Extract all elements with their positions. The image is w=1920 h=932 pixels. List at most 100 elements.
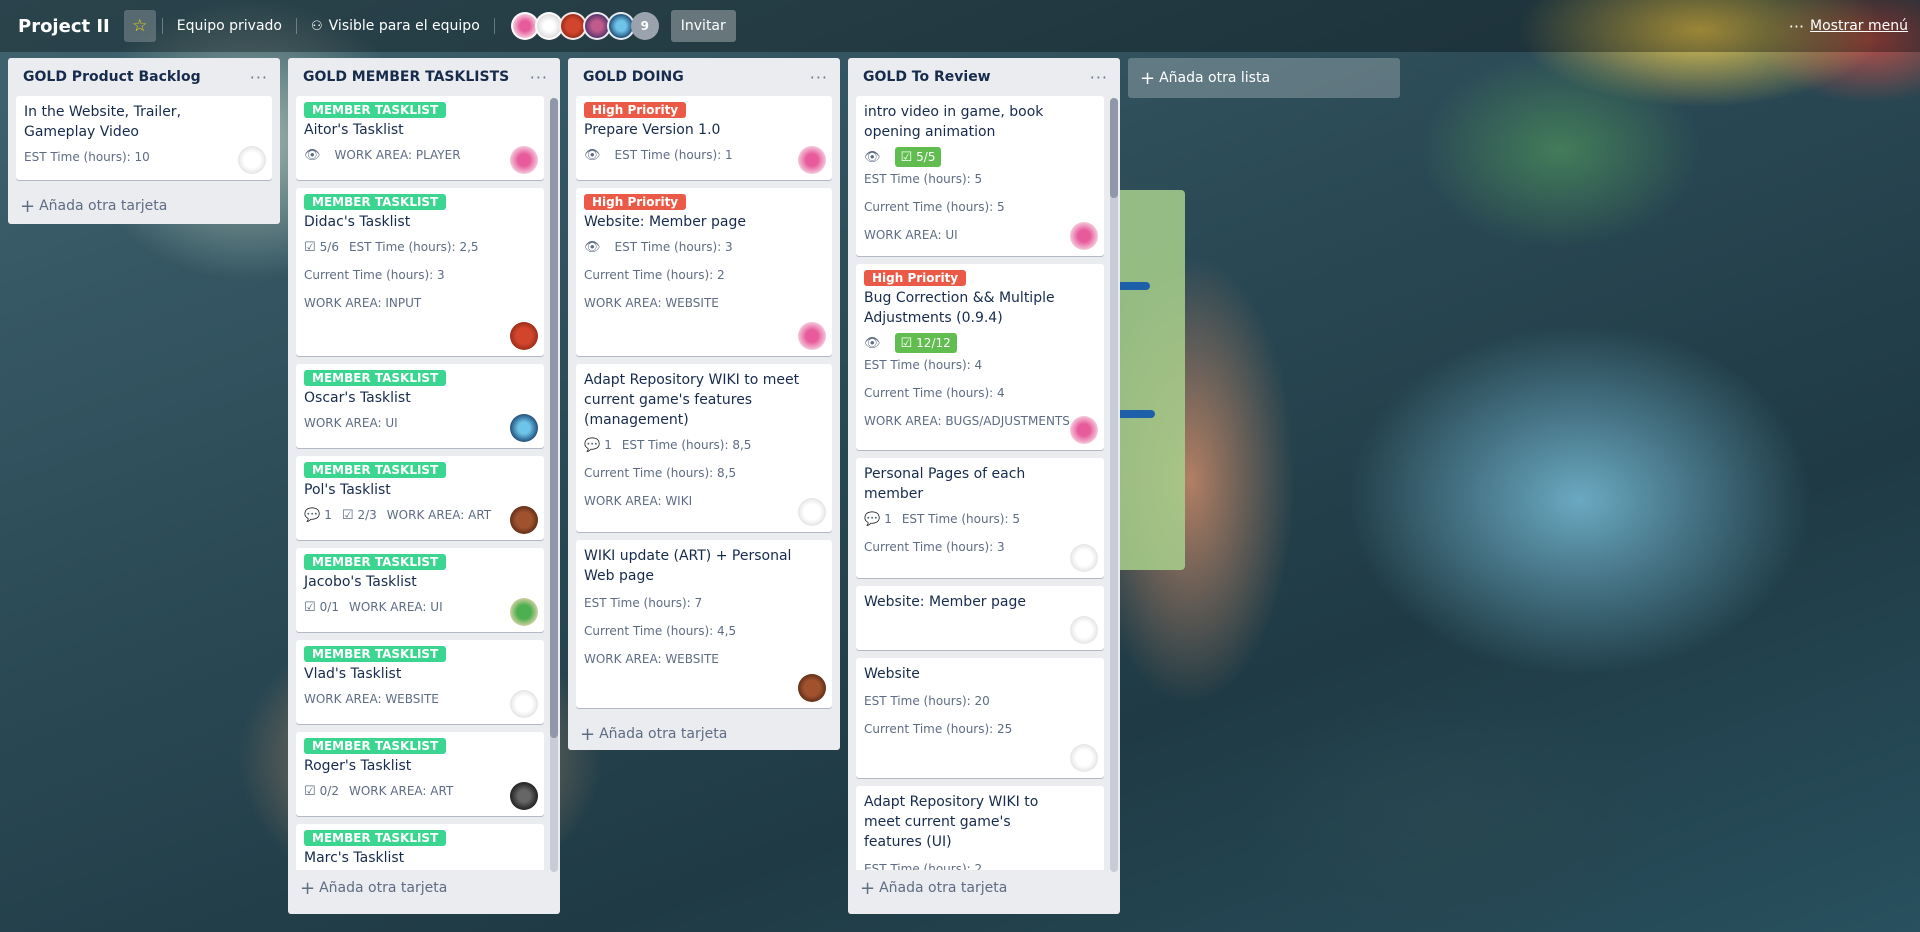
card-member-avatar[interactable] [1070, 222, 1098, 250]
add-list-button[interactable]: + Añada otra lista [1128, 58, 1400, 98]
work-area-badge: WORK AREA: ART [348, 784, 454, 798]
scrollbar-thumb[interactable] [550, 98, 558, 738]
visibility-label: Visible para el equipo [328, 18, 480, 34]
board-title[interactable]: Project II [18, 16, 110, 37]
more-icon[interactable]: ··· [1789, 17, 1804, 36]
card-member-avatar[interactable] [510, 322, 538, 350]
list-menu-icon[interactable]: ··· [810, 68, 828, 87]
checklist-count: 0/2 [319, 784, 339, 798]
list-title[interactable]: GOLD Product Backlog [23, 69, 250, 85]
card-member-avatar[interactable] [510, 782, 538, 810]
card-member-avatar[interactable] [510, 690, 538, 718]
est-time-badge: EST Time (hours): 5 [864, 172, 983, 186]
checklist-icon: ☑ [341, 507, 354, 523]
card[interactable]: MEMBER TASKLIST Vlad's Tasklist WORK ARE… [296, 640, 544, 724]
card-title: Pol's Tasklist [304, 482, 391, 498]
visibility-button[interactable]: ⚇ Visible para el equipo [303, 10, 488, 42]
card-member-avatar[interactable] [798, 498, 826, 526]
card-badges: EST Time (hours): 10 [24, 146, 264, 168]
card-member-avatar[interactable] [798, 146, 826, 174]
card[interactable]: MEMBER TASKLIST Pol's Tasklist 💬 1 ☑ 2/3 W… [296, 456, 544, 540]
add-card-button[interactable]: + Añada otra tarjeta [848, 870, 1120, 906]
card[interactable]: MEMBER TASKLIST Aitor's Tasklist 👁 WORK … [296, 96, 544, 180]
card-member-avatar[interactable] [510, 414, 538, 442]
card[interactable]: MEMBER TASKLIST Roger's Tasklist ☑ 0/2 WO… [296, 732, 544, 816]
card-container: High Priority Prepare Version 1.0 👁 EST … [568, 96, 840, 716]
card[interactable]: Website: Member page [856, 586, 1104, 650]
card-member-avatar[interactable] [1070, 544, 1098, 572]
add-card-button[interactable]: + Añada otra tarjeta [288, 870, 560, 906]
card[interactable]: Adapt Repository WIKI to meet current ga… [576, 364, 832, 532]
checklist-count: 0/1 [319, 600, 339, 614]
team-button[interactable]: Equipo privado [169, 10, 290, 42]
card[interactable]: Adapt Repository WIKI to meet current ga… [856, 786, 1104, 870]
list-header[interactable]: GOLD DOING ··· [568, 58, 840, 96]
card[interactable]: High Priority Website: Member page 👁 EST… [576, 188, 832, 356]
work-area-badge: WORK AREA: WEBSITE [584, 652, 719, 666]
card-title: Marc's Tasklist [304, 850, 405, 866]
card-member-avatar[interactable] [1070, 416, 1098, 444]
card-badges: 👁 EST Time (hours): 3 [584, 236, 824, 258]
show-menu-link[interactable]: Mostrar menú [1810, 18, 1908, 34]
checklist-complete-badge: ☑ 5/5 [894, 147, 942, 167]
star-board-button[interactable]: ☆ [123, 10, 156, 42]
card[interactable]: High Priority Prepare Version 1.0 👁 EST … [576, 96, 832, 180]
card-container: In the Website, Trailer, Gameplay Video … [8, 96, 280, 188]
comment-count: 1 [324, 508, 332, 522]
card-badges: WORK AREA: WEBSITE [304, 688, 536, 710]
card-member-avatar[interactable] [238, 146, 266, 174]
card[interactable]: Personal Pages of each member 💬 1 EST Tim… [856, 458, 1104, 578]
card-member-avatar[interactable] [1070, 744, 1098, 772]
est-time-badge: EST Time (hours): 3 [614, 240, 733, 254]
watch-badge: 👁 [584, 144, 605, 166]
watch-badge: 👁 [864, 146, 885, 168]
work-area-badge: WORK AREA: BUGS/ADJUSTMENTS [864, 414, 1070, 428]
card-badges: ☑ 5/6 EST Time (hours): 2,5 [304, 236, 536, 258]
card[interactable]: High Priority Bug Correction && Multiple… [856, 264, 1104, 450]
card-member-avatar[interactable] [510, 598, 538, 626]
scrollbar-thumb[interactable] [1110, 98, 1118, 198]
list-menu-icon[interactable]: ··· [530, 68, 548, 87]
est-time-badge: EST Time (hours): 4 [864, 358, 983, 372]
list-header[interactable]: GOLD To Review ··· [848, 58, 1120, 96]
card-member-avatar[interactable] [798, 674, 826, 702]
card[interactable]: Website EST Time (hours): 20 Current Tim… [856, 658, 1104, 778]
card[interactable]: MEMBER TASKLIST Jacobo's Tasklist ☑ 0/1 W… [296, 548, 544, 632]
card[interactable]: MEMBER TASKLIST Oscar's Tasklist WORK AR… [296, 364, 544, 448]
checklist-icon: ☑ [900, 149, 913, 165]
list-member-tasklists: GOLD MEMBER TASKLISTS ··· MEMBER TASKLIS… [288, 58, 560, 914]
list-title[interactable]: GOLD To Review [863, 69, 1090, 85]
list-scrollbar[interactable] [550, 98, 558, 872]
card[interactable]: intro video in game, book opening animat… [856, 96, 1104, 256]
list-header[interactable]: GOLD Product Backlog ··· [8, 58, 280, 96]
list-menu-icon[interactable]: ··· [1090, 68, 1108, 87]
add-card-button[interactable]: + Añada otra tarjeta [568, 716, 840, 752]
comments-badge: 💬 1 [864, 508, 892, 530]
card[interactable]: WIKI update (ART) + Personal Web page ES… [576, 540, 832, 708]
card-title: Bug Correction && Multiple Adjustments (… [864, 290, 1055, 326]
card-member-avatar[interactable] [1070, 616, 1098, 644]
member-count-badge[interactable]: 9 [630, 12, 659, 40]
invite-button[interactable]: Invitar [670, 10, 736, 42]
card[interactable]: In the Website, Trailer, Gameplay Video … [16, 96, 272, 180]
card-member-avatar[interactable] [510, 146, 538, 174]
list-menu-icon[interactable]: ··· [250, 68, 268, 87]
card-badges: 💬 1 ☑ 2/3 WORK AREA: ART [304, 504, 536, 526]
list-header[interactable]: GOLD MEMBER TASKLISTS ··· [288, 58, 560, 96]
work-area-badge: WORK AREA: WEBSITE [584, 296, 719, 310]
card-title: intro video in game, book opening animat… [864, 104, 1044, 140]
card-badges: 👁 WORK AREA: PLAYER [304, 144, 536, 166]
member-tasklist-label: MEMBER TASKLIST [304, 646, 447, 662]
current-time-badge: Current Time (hours): 3 [864, 540, 1005, 554]
card[interactable]: MEMBER TASKLIST Marc's Tasklist [296, 824, 544, 870]
member-tasklist-label: MEMBER TASKLIST [304, 194, 447, 210]
card[interactable]: MEMBER TASKLIST Didac's Tasklist ☑ 5/6 ES… [296, 188, 544, 356]
card-member-avatar[interactable] [510, 506, 538, 534]
list-product-backlog: GOLD Product Backlog ··· In the Website,… [8, 58, 280, 224]
card-member-avatar[interactable] [798, 322, 826, 350]
comment-count: 1 [604, 438, 612, 452]
add-card-button[interactable]: + Añada otra tarjeta [8, 188, 280, 224]
list-title[interactable]: GOLD DOING [583, 69, 810, 85]
list-scrollbar[interactable] [1110, 98, 1118, 872]
list-title[interactable]: GOLD MEMBER TASKLISTS [303, 69, 530, 85]
